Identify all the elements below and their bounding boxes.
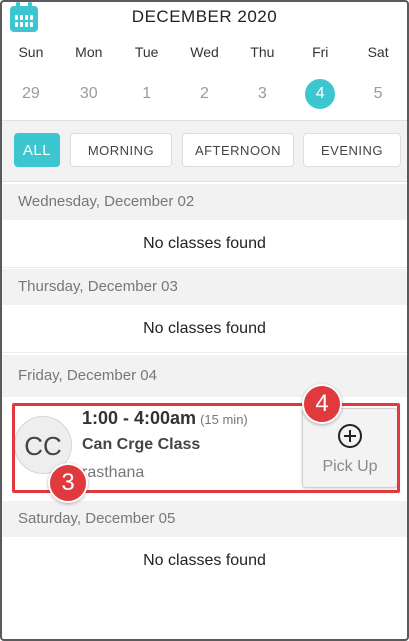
no-classes-message: No classes found	[2, 305, 407, 353]
no-classes-message: No classes found	[143, 552, 266, 569]
month-title: DECEMBER 2020	[131, 7, 278, 26]
app-frame: DECEMBER 2020 Sun Mon Tue Wed Thu Fri Sa…	[0, 0, 409, 641]
weekday-label: Mon	[75, 44, 103, 60]
date-cell-selected[interactable]: 4	[291, 78, 349, 110]
day-header: Wednesday, December 02	[2, 184, 407, 220]
annotation-badge-4: 4	[302, 384, 342, 424]
filter-evening-button[interactable]: EVENING	[303, 133, 401, 167]
filter-all-button[interactable]: ALL	[14, 133, 60, 167]
day-header: Friday, December 04	[2, 355, 407, 397]
weekday-label: Tue	[134, 44, 159, 60]
weekday-label: Thu	[250, 44, 275, 60]
date-cell[interactable]: 29	[2, 78, 60, 110]
weekday-label: Sat	[367, 44, 389, 60]
no-classes-message: No classes found	[2, 220, 407, 268]
date-cell[interactable]: 1	[118, 78, 176, 110]
date-cell[interactable]: 5	[349, 78, 407, 110]
time-filter-bar: ALL MORNING AFTERNOON EVENING	[2, 120, 407, 182]
date-cell[interactable]: 30	[60, 78, 118, 110]
date-cell[interactable]: 2	[176, 78, 234, 110]
weekday-row: Sun Mon Tue Wed Thu Fri Sat	[2, 44, 407, 64]
weekday-label: Sun	[18, 44, 44, 60]
filter-morning-button[interactable]: MORNING	[70, 133, 172, 167]
day-header: Saturday, December 05	[2, 501, 407, 537]
filter-afternoon-button[interactable]: AFTERNOON	[182, 133, 294, 167]
date-row: 29 30 1 2 3 4 5	[2, 78, 407, 110]
weekday-label: Fri	[312, 44, 329, 60]
weekday-label: Wed	[190, 44, 219, 60]
date-cell[interactable]: 3	[233, 78, 291, 110]
annotation-badge-3: 3	[48, 463, 88, 503]
day-header: Thursday, December 03	[2, 269, 407, 305]
